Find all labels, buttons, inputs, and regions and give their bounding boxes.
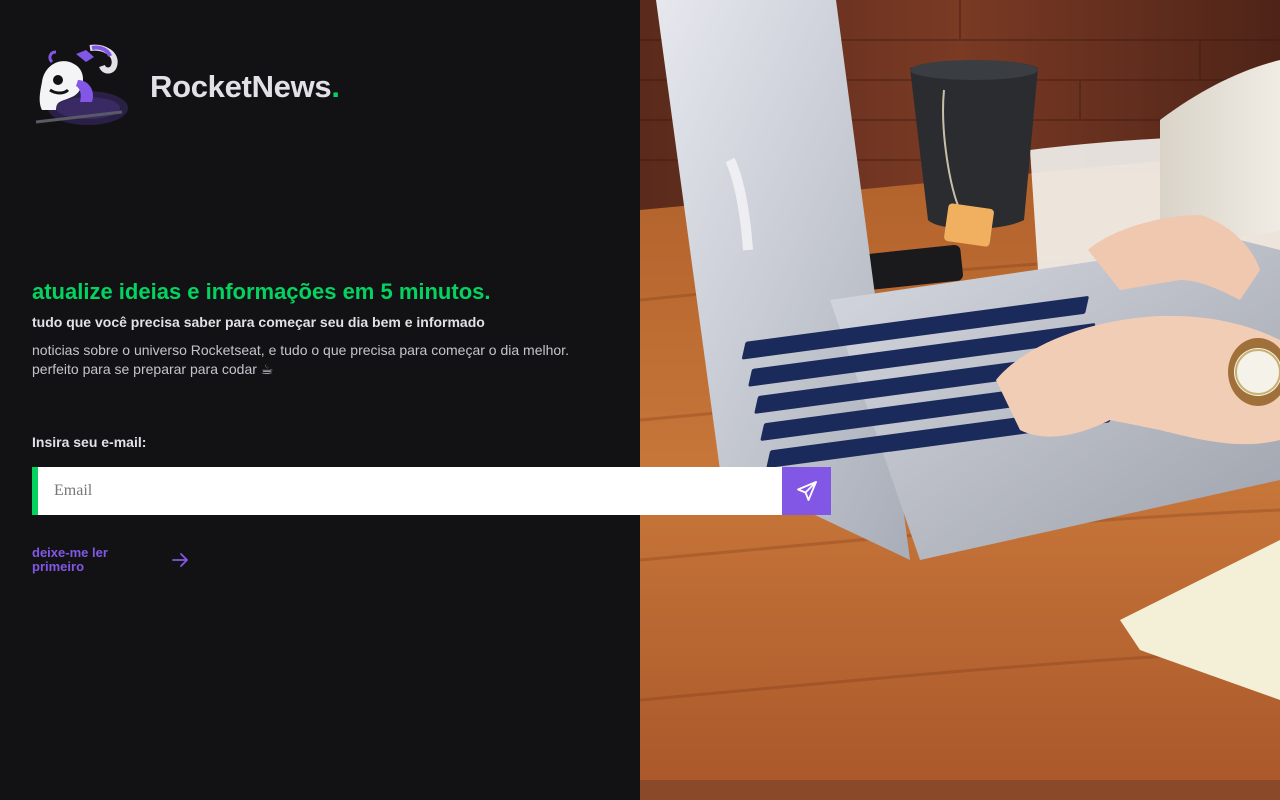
- email-label: Insira seu e-mail:: [32, 434, 147, 450]
- astronaut-logo-icon: [35, 44, 128, 125]
- brand-dot: .: [331, 69, 340, 104]
- email-input[interactable]: [38, 467, 782, 515]
- description: noticias sobre o universo Rocketseat, e …: [32, 341, 622, 379]
- arrow-right-icon: [172, 553, 188, 567]
- hero-photo: [640, 0, 1280, 800]
- read-first-link[interactable]: deixe-me ler primeiro: [32, 546, 190, 574]
- laptop-typing-photo-icon: [640, 0, 1280, 800]
- description-line: perfeito para se preparar para codar ☕: [32, 361, 274, 377]
- brand-name: RocketNews.: [150, 69, 340, 105]
- description-line: noticias sobre o universo Rocketseat, e …: [32, 342, 569, 358]
- email-form: [32, 467, 831, 515]
- headline: atualize ideias e informações em 5 minut…: [32, 279, 491, 304]
- subheadline: tudo que você precisa saber para começar…: [32, 314, 485, 330]
- logo: RocketNews.: [32, 44, 340, 134]
- submit-button[interactable]: [782, 467, 831, 515]
- brand-text: RocketNews: [150, 69, 332, 104]
- paper-plane-icon: [796, 481, 817, 501]
- left-panel: RocketNews. atualize ideias e informaçõe…: [0, 0, 640, 800]
- read-first-label: deixe-me ler primeiro: [32, 545, 108, 574]
